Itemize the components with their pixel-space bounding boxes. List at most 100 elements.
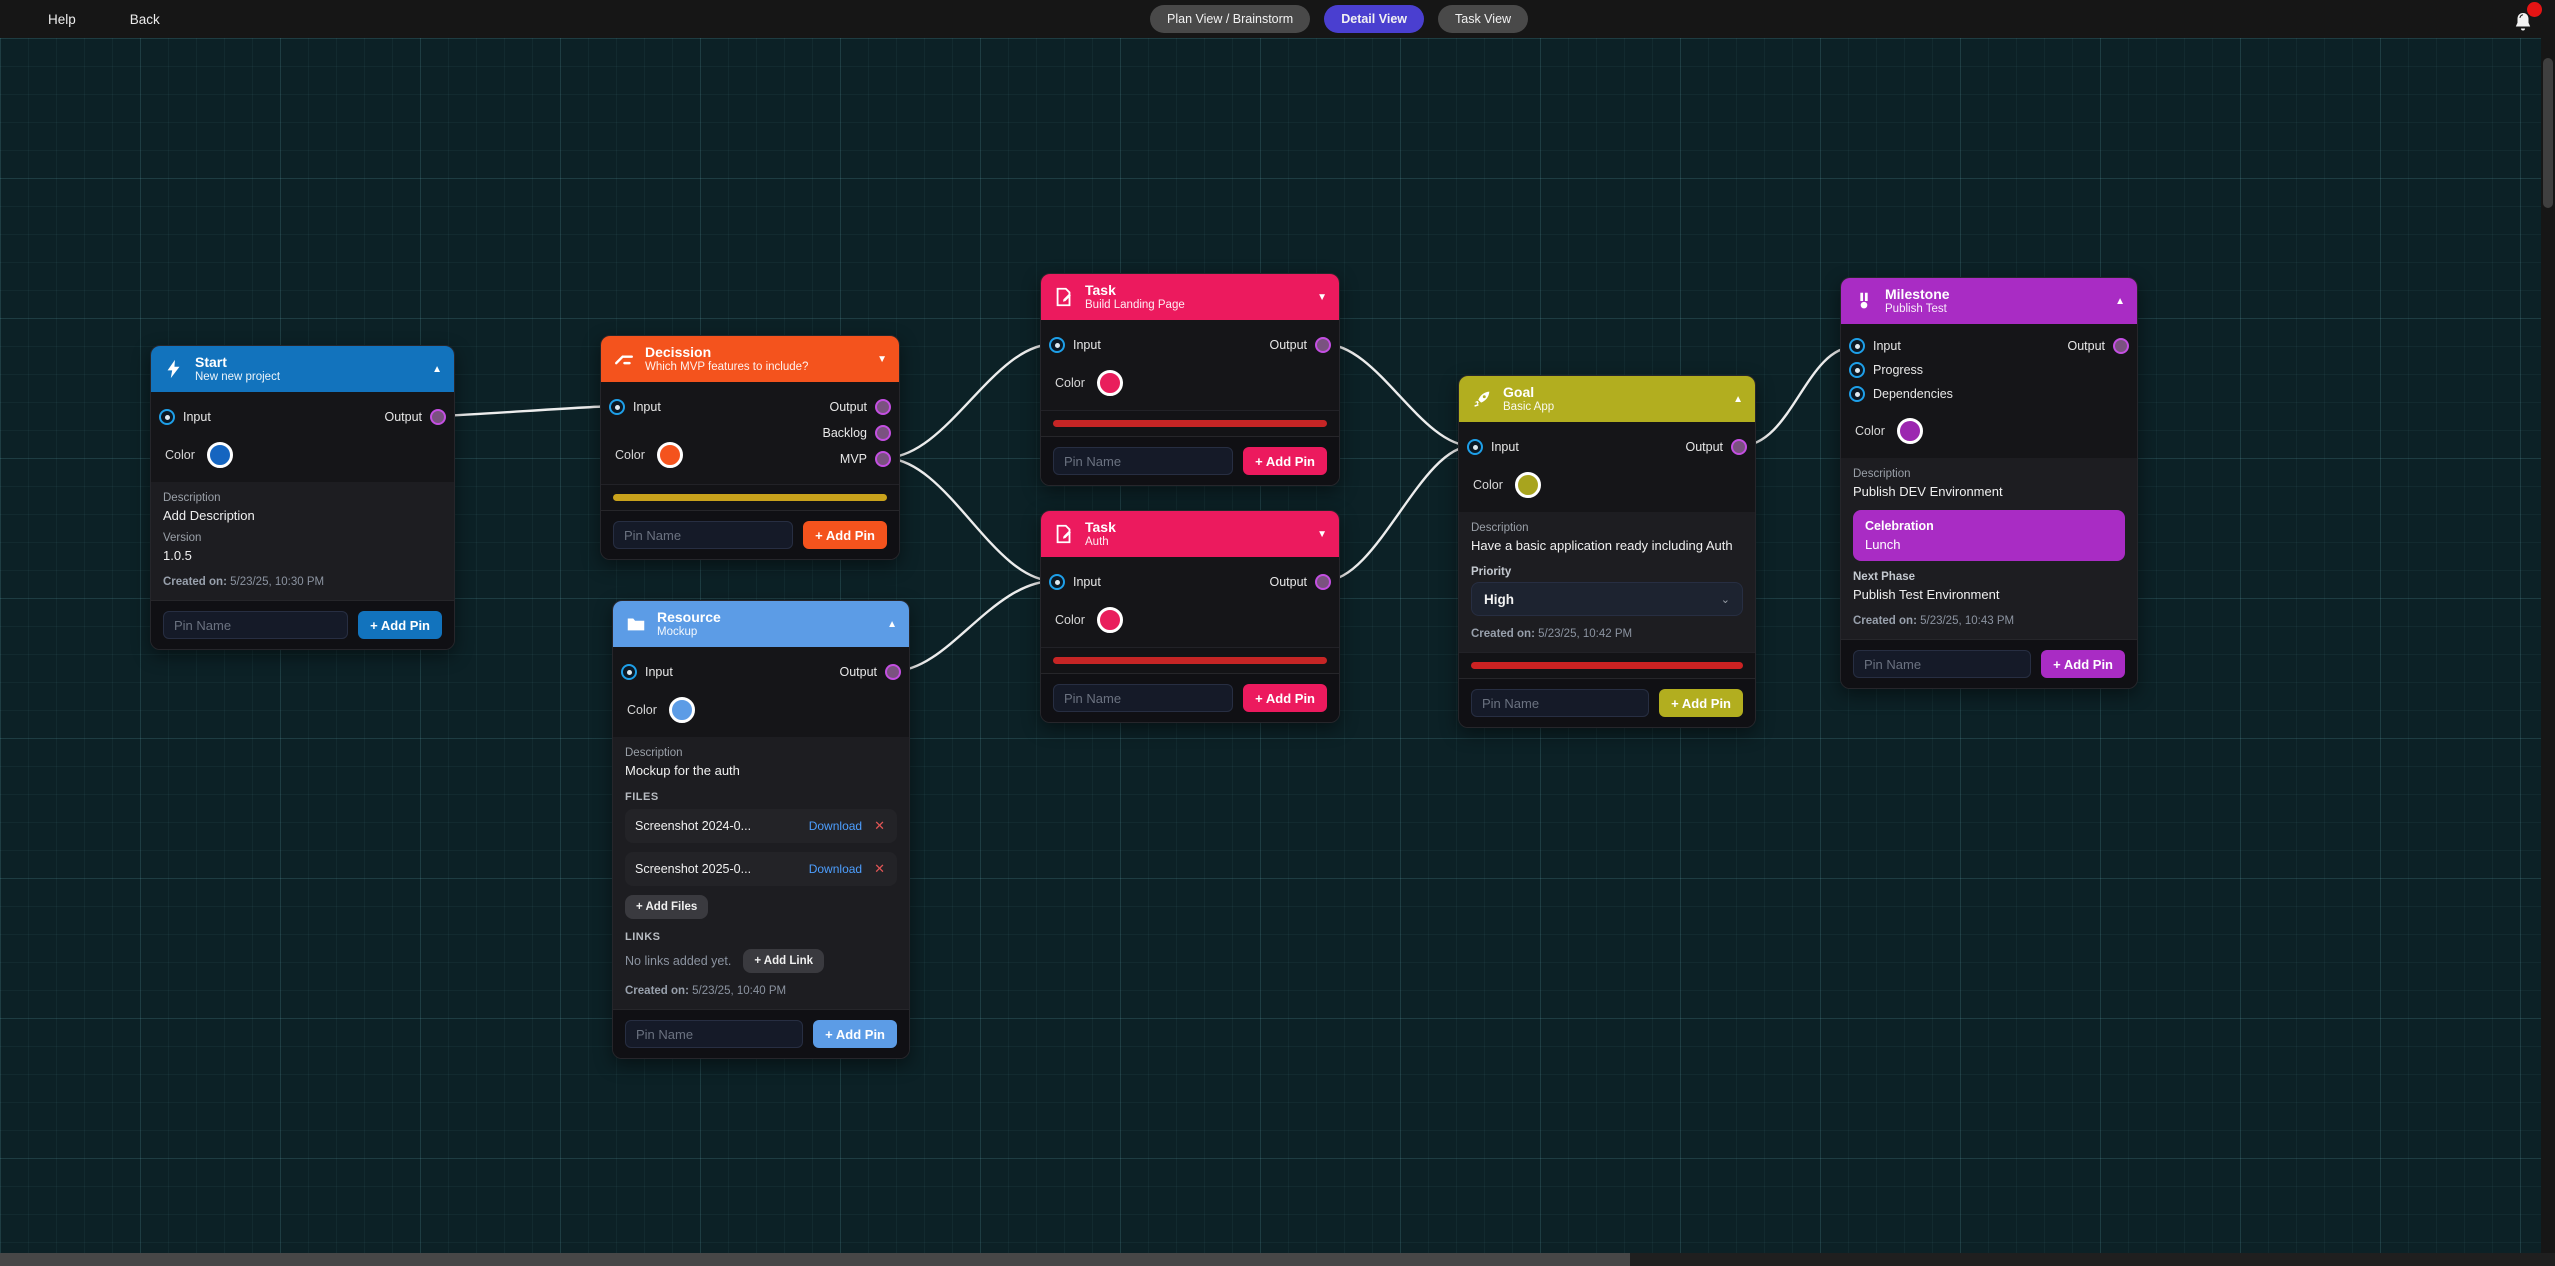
file-name: Screenshot 2024-0... bbox=[635, 819, 799, 833]
collapse-caret-icon[interactable]: ▼ bbox=[871, 354, 887, 365]
download-link[interactable]: Download bbox=[809, 862, 862, 876]
collapse-caret-icon[interactable]: ▼ bbox=[1311, 529, 1327, 540]
node-milestone-header[interactable]: Milestone Publish Test ▲ bbox=[1841, 278, 2137, 324]
node-start-header[interactable]: Start New new project ▲ bbox=[151, 346, 454, 392]
add-link-button[interactable]: + Add Link bbox=[743, 949, 824, 973]
node-task-header[interactable]: Task Build Landing Page ▼ bbox=[1041, 274, 1339, 320]
add-pin-button[interactable]: + Add Pin bbox=[813, 1020, 897, 1048]
node-decission[interactable]: Decission Which MVP features to include?… bbox=[600, 335, 900, 560]
next-phase-value[interactable]: Publish Test Environment bbox=[1853, 586, 2125, 603]
node-goal-header[interactable]: Goal Basic App ▲ bbox=[1459, 376, 1755, 422]
color-swatch[interactable] bbox=[669, 697, 695, 723]
pin-row: Input Output bbox=[1467, 434, 1747, 460]
node-milestone[interactable]: Milestone Publish Test ▲ Input Progress bbox=[1840, 277, 2138, 689]
node-decission-header[interactable]: Decission Which MVP features to include?… bbox=[601, 336, 899, 382]
input-pin[interactable] bbox=[609, 399, 625, 415]
input-pin[interactable] bbox=[1467, 439, 1483, 455]
collapse-caret-icon[interactable]: ▲ bbox=[881, 619, 897, 630]
pin-name-input[interactable] bbox=[1053, 447, 1233, 475]
backlog-pin[interactable] bbox=[875, 425, 891, 441]
remove-file-icon[interactable]: ✕ bbox=[872, 818, 887, 834]
add-pin-button[interactable]: + Add Pin bbox=[2041, 650, 2125, 678]
description-value[interactable]: Publish DEV Environment bbox=[1853, 483, 2125, 500]
description-value[interactable]: Add Description bbox=[163, 507, 442, 524]
next-phase-label: Next Phase bbox=[1853, 571, 2125, 583]
pin-name-input[interactable] bbox=[613, 521, 793, 549]
node-resource-header[interactable]: Resource Mockup ▲ bbox=[613, 601, 909, 647]
add-pin-button[interactable]: + Add Pin bbox=[1659, 689, 1743, 717]
output-pin-label: Output bbox=[839, 665, 877, 679]
help-button[interactable]: Help bbox=[48, 12, 76, 27]
color-swatch[interactable] bbox=[657, 442, 683, 468]
pin-name-input[interactable] bbox=[1853, 650, 2031, 678]
pin-name-input[interactable] bbox=[625, 1020, 803, 1048]
version-value[interactable]: 1.0.5 bbox=[163, 547, 442, 564]
collapse-caret-icon[interactable]: ▲ bbox=[2109, 296, 2125, 307]
pin-name-input[interactable] bbox=[1471, 689, 1649, 717]
output-pin[interactable] bbox=[875, 399, 891, 415]
output-pin[interactable] bbox=[2113, 338, 2129, 354]
details-section: Description Mockup for the auth FILES Sc… bbox=[613, 737, 909, 1009]
remove-file-icon[interactable]: ✕ bbox=[872, 861, 887, 877]
add-pin-button[interactable]: + Add Pin bbox=[358, 611, 442, 639]
node-resource[interactable]: Resource Mockup ▲ Input Output Color bbox=[612, 600, 910, 1059]
input-pin[interactable] bbox=[1849, 338, 1865, 354]
wire-goal-to-milestone bbox=[1740, 347, 1854, 446]
input-pins-column: Input Color bbox=[609, 394, 683, 472]
input-pin[interactable] bbox=[621, 664, 637, 680]
notifications-bell-icon[interactable] bbox=[2511, 4, 2541, 34]
collapse-caret-icon[interactable]: ▼ bbox=[1311, 292, 1327, 303]
color-swatch[interactable] bbox=[1097, 370, 1123, 396]
dependencies-pin[interactable] bbox=[1849, 386, 1865, 402]
color-swatch[interactable] bbox=[1097, 607, 1123, 633]
details-section: Description Add Description Version 1.0.… bbox=[151, 482, 454, 600]
output-pin[interactable] bbox=[1315, 337, 1331, 353]
mvp-pin[interactable] bbox=[875, 451, 891, 467]
description-value[interactable]: Have a basic application ready including… bbox=[1471, 537, 1743, 554]
node-task-build-landing-page[interactable]: Task Build Landing Page ▼ Input Output C… bbox=[1040, 273, 1340, 486]
node-task-auth[interactable]: Task Auth ▼ Input Output Color bbox=[1040, 510, 1340, 723]
color-swatch[interactable] bbox=[1515, 472, 1541, 498]
back-button[interactable]: Back bbox=[130, 12, 160, 27]
progress-strip bbox=[1459, 652, 1755, 678]
add-pin-button[interactable]: + Add Pin bbox=[803, 521, 887, 549]
node-goal[interactable]: Goal Basic App ▲ Input Output Color bbox=[1458, 375, 1756, 728]
color-swatch[interactable] bbox=[1897, 418, 1923, 444]
input-pin[interactable] bbox=[159, 409, 175, 425]
view-plan-brainstorm-button[interactable]: Plan View / Brainstorm bbox=[1150, 5, 1310, 33]
vertical-scrollbar[interactable] bbox=[2541, 38, 2555, 1253]
pin-name-input[interactable] bbox=[1053, 684, 1233, 712]
color-swatch[interactable] bbox=[207, 442, 233, 468]
horizontal-scrollbar-thumb[interactable] bbox=[0, 1253, 1630, 1266]
pins-section: Input Output Color bbox=[613, 647, 909, 737]
horizontal-scrollbar[interactable] bbox=[0, 1253, 2555, 1266]
output-pin[interactable] bbox=[1731, 439, 1747, 455]
progress-pin[interactable] bbox=[1849, 362, 1865, 378]
priority-select[interactable]: High ⌄ bbox=[1471, 582, 1743, 616]
description-value[interactable]: Mockup for the auth bbox=[625, 762, 897, 779]
add-pin-button[interactable]: + Add Pin bbox=[1243, 447, 1327, 475]
node-canvas[interactable]: Start New new project ▲ Input Output Col… bbox=[0, 38, 2555, 1266]
node-start[interactable]: Start New new project ▲ Input Output Col… bbox=[150, 345, 455, 650]
view-task-button[interactable]: Task View bbox=[1438, 5, 1528, 33]
progress-bar bbox=[1471, 662, 1743, 669]
created-on-label: Created on: bbox=[1471, 628, 1535, 640]
add-pin-button[interactable]: + Add Pin bbox=[1243, 684, 1327, 712]
input-pin[interactable] bbox=[1049, 337, 1065, 353]
output-pins-column: Output bbox=[2067, 334, 2129, 446]
output-pin-label: Output bbox=[1269, 575, 1307, 589]
add-files-button[interactable]: + Add Files bbox=[625, 895, 708, 919]
collapse-caret-icon[interactable]: ▲ bbox=[1727, 394, 1743, 405]
vertical-scrollbar-thumb[interactable] bbox=[2543, 58, 2553, 208]
output-pin-label: Output bbox=[384, 410, 422, 424]
node-task-header[interactable]: Task Auth ▼ bbox=[1041, 511, 1339, 557]
input-pin[interactable] bbox=[1049, 574, 1065, 590]
output-pin[interactable] bbox=[885, 664, 901, 680]
output-pin[interactable] bbox=[1315, 574, 1331, 590]
collapse-caret-icon[interactable]: ▲ bbox=[426, 364, 442, 375]
output-pin[interactable] bbox=[430, 409, 446, 425]
view-detail-button[interactable]: Detail View bbox=[1324, 5, 1424, 33]
progress-bar bbox=[613, 494, 887, 501]
download-link[interactable]: Download bbox=[809, 819, 862, 833]
pin-name-input[interactable] bbox=[163, 611, 348, 639]
